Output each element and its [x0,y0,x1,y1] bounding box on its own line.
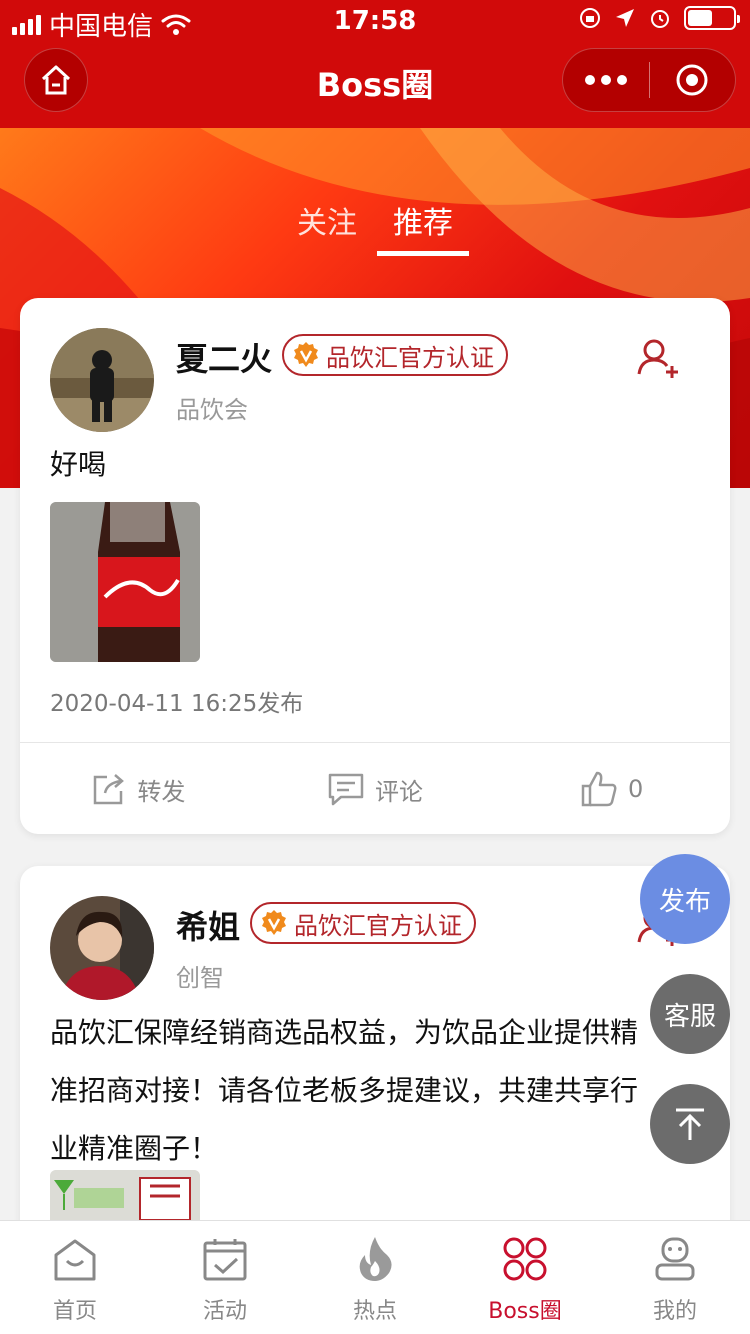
post-card: 希姐 品饮汇官方认证 创智 品饮汇保障经销商选品权益，为饮品企业提供精 准招商对… [20,866,730,1266]
tabbar-item-home[interactable]: 首页 [0,1221,150,1334]
company-label: 创智 [176,964,224,992]
badge-label: 品饮汇官方认证 [294,911,462,940]
tabbar-label: 活动 [202,1299,247,1324]
share-label: 转发 [137,777,186,806]
official-badge: 品饮汇官方认证 [250,902,476,944]
comment-button[interactable]: 评论 [257,744,494,834]
home-icon [54,1239,96,1281]
orientation-lock-icon [580,8,600,28]
mini-program-capsule [562,48,736,112]
add-follow-icon[interactable] [636,336,680,380]
tabbar-item-mine[interactable]: 我的 [600,1221,750,1334]
tabbar-item-hot[interactable]: 热点 [300,1221,450,1334]
tabbar-label: 我的 [652,1299,697,1324]
card-divider [20,742,730,743]
tabbar-item-boss[interactable]: Boss圈 [450,1221,600,1334]
calendar-check-icon [203,1239,247,1281]
badge-label: 品饮汇官方认证 [326,343,494,372]
post-text: 品饮汇保障经销商选品权益，为饮品企业提供精 准招商对接！请各位老板多提建议，共建… [50,1004,638,1178]
target-icon [676,64,708,96]
more-button[interactable] [563,48,649,112]
back-to-top-button[interactable] [650,1084,730,1164]
user-name[interactable]: 希姐 [176,902,240,948]
thumbs-up-icon [581,771,617,807]
tabbar-item-activity[interactable]: 活动 [150,1221,300,1334]
company-label: 品饮会 [176,396,248,424]
tabbar-label: Boss圈 [488,1299,562,1324]
status-bar: 中国电信 17:58 [0,0,750,42]
comment-label: 评论 [375,777,423,806]
like-count: 0 [628,775,644,803]
customer-service-button[interactable]: 客服 [650,974,730,1054]
comment-icon [328,773,364,806]
tabbar-label: 热点 [352,1299,397,1324]
share-icon [94,774,125,805]
publish-button[interactable]: 发布 [640,854,730,944]
alarm-icon [651,10,669,28]
official-badge: 品饮汇官方认证 [282,334,508,376]
like-button[interactable]: 0 [493,744,730,834]
battery-icon [684,6,740,30]
close-program-button[interactable] [650,48,736,112]
post-text-line: 品饮汇保障经销商选品权益，为饮品企业提供精 [50,1016,639,1049]
feed-tabs: 关注 推荐 [0,198,750,256]
boss-circle-icon [503,1237,547,1281]
arrow-up-icon [676,1108,704,1140]
status-right [578,6,740,30]
flame-icon [359,1237,392,1281]
post-text: 好喝 [50,448,107,481]
user-name[interactable]: 夏二火 [176,334,272,380]
avatar[interactable] [50,896,154,1000]
share-button[interactable]: 转发 [20,744,257,834]
bottom-tab-bar: 首页 活动 热点 Boss圈 我的 [0,1220,750,1334]
verified-icon [262,910,286,935]
tab-recommend[interactable]: 推荐 [377,198,469,256]
location-icon [616,9,634,27]
post-card: 夏二火 品饮汇官方认证 品饮会 好喝 2020-04-11 16:25发布 转发… [20,298,730,834]
post-actions: 转发 评论 0 [20,744,730,834]
tab-follow[interactable]: 关注 [297,198,357,256]
verified-icon [294,342,318,367]
avatar[interactable] [50,328,154,432]
post-image[interactable] [50,502,200,662]
post-time: 2020-04-11 16:25发布 [50,691,304,717]
profile-icon [655,1237,695,1281]
tabbar-label: 首页 [52,1299,97,1324]
nav-bar: Boss圈 [0,40,750,128]
post-text-line: 准招商对接！请各位老板多提建议，共建共享行 [50,1074,639,1107]
